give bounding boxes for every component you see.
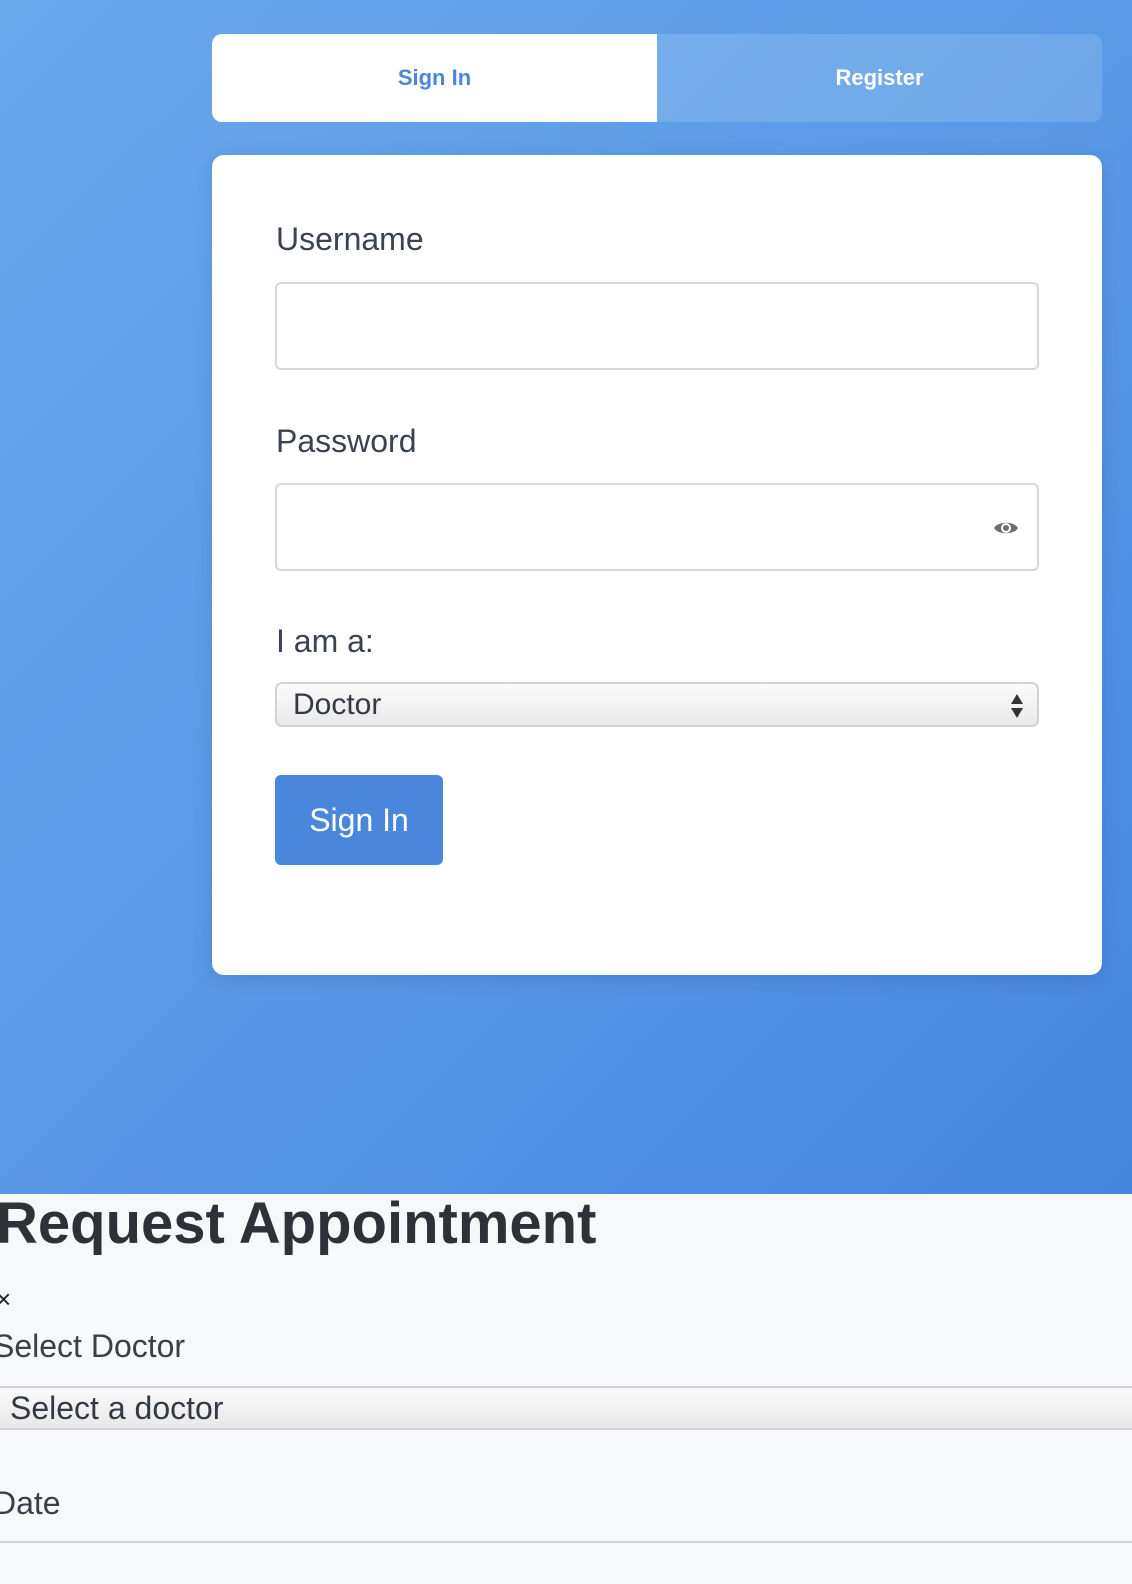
date-field[interactable]: [0, 1541, 1132, 1543]
password-field[interactable]: [275, 483, 1039, 571]
password-input[interactable]: [277, 485, 1037, 569]
sign-in-button[interactable]: Sign In: [275, 775, 443, 865]
tab-sign-in[interactable]: Sign In: [212, 34, 657, 122]
role-select-value: Doctor: [293, 687, 382, 721]
date-label: Date: [0, 1485, 61, 1521]
select-arrows-icon: [1011, 694, 1023, 718]
doctor-select-value: Select a doctor: [10, 1389, 224, 1426]
password-label: Password: [276, 423, 417, 459]
appointment-title: Request Appointment: [0, 1191, 597, 1256]
username-input[interactable]: [277, 284, 1037, 368]
select-doctor-label: Select Doctor: [0, 1328, 186, 1364]
role-label: I am a:: [276, 623, 374, 659]
tab-register[interactable]: Register: [657, 34, 1102, 122]
eye-icon[interactable]: [993, 518, 1019, 538]
username-field[interactable]: [275, 282, 1039, 370]
username-label: Username: [276, 221, 424, 257]
role-select[interactable]: Doctor: [275, 682, 1039, 727]
auth-tabs: Sign In Register: [212, 34, 1102, 122]
sign-in-card: Username Password I am a: Doctor Sign In: [212, 155, 1102, 975]
auth-background: Sign In Register Username Password I am …: [0, 0, 1132, 1194]
close-icon[interactable]: ×: [0, 1284, 11, 1315]
doctor-select[interactable]: Select a doctor: [0, 1386, 1132, 1430]
